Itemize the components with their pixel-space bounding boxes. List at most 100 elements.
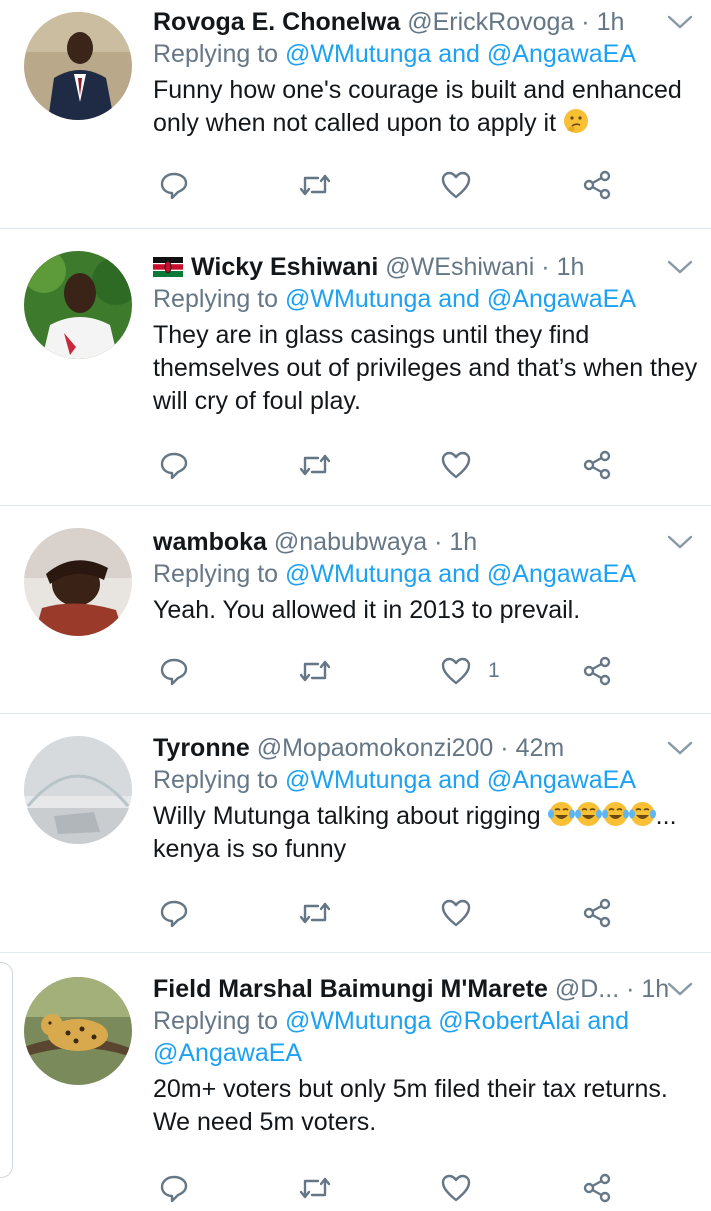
- reply-button[interactable]: [159, 1168, 189, 1208]
- share-icon: [583, 656, 611, 686]
- tweet[interactable]: wamboka @nabubwaya · 1h Replying to @WMu…: [0, 506, 711, 713]
- tweet-text-content: Willy Mutunga talking about rigging: [153, 802, 541, 830]
- retweet-button[interactable]: [298, 893, 332, 933]
- reply-button[interactable]: [159, 651, 189, 691]
- display-name[interactable]: Rovoga E. Chonelwa: [153, 8, 400, 36]
- tweet[interactable]: Rovoga E. Chonelwa @ErickRovoga · 1h Rep…: [0, 0, 711, 228]
- replying-to: Replying to @WMutunga and @AngawaEA: [153, 764, 699, 796]
- separator-dot: ·: [500, 734, 509, 762]
- replying-prefix: Replying to: [153, 40, 279, 68]
- mention-joiner[interactable]: and: [438, 285, 480, 313]
- mention-joiner[interactable]: and: [438, 766, 480, 794]
- joy-emoji-group: [547, 802, 656, 830]
- like-button[interactable]: [440, 445, 488, 485]
- chevron-down-icon[interactable]: [667, 740, 693, 756]
- share-button[interactable]: [581, 651, 613, 691]
- replying-to: Replying to @WMutunga and @AngawaEA: [153, 283, 699, 315]
- replying-to: Replying to @WMutunga and @AngawaEA: [153, 558, 699, 590]
- reply-button[interactable]: [159, 893, 189, 933]
- retweet-button[interactable]: [298, 1168, 332, 1208]
- chevron-down-icon[interactable]: [667, 534, 693, 550]
- share-button[interactable]: [581, 1168, 613, 1208]
- user-handle[interactable]: @nabubwaya: [274, 528, 427, 556]
- retweet-button[interactable]: [298, 445, 332, 485]
- reply-icon: [160, 172, 188, 200]
- tweet-actions: [153, 445, 633, 485]
- chevron-down-icon[interactable]: [667, 14, 693, 30]
- tweet-text: Willy Mutunga talking about rigging ... …: [153, 800, 699, 866]
- timestamp[interactable]: 1h: [557, 253, 585, 281]
- face-with-tears-of-joy-emoji: [628, 802, 656, 826]
- replying-prefix: Replying to: [153, 560, 279, 588]
- like-icon: [441, 1174, 471, 1202]
- timestamp[interactable]: 1h: [449, 528, 477, 556]
- user-handle[interactable]: @WEshiwani: [385, 253, 534, 281]
- user-handle[interactable]: @Mopaomokonzi200: [257, 734, 494, 762]
- replying-prefix: Replying to: [153, 1007, 279, 1035]
- user-handle[interactable]: @D...: [555, 975, 619, 1003]
- tweet-text-content: Funny how one's courage is built and enh…: [153, 76, 682, 137]
- avatar[interactable]: [24, 528, 132, 636]
- like-button[interactable]: [440, 1168, 488, 1208]
- share-button[interactable]: [581, 445, 613, 485]
- share-icon: [583, 170, 611, 200]
- mention-link[interactable]: @AngawaEA: [487, 285, 636, 313]
- like-button[interactable]: 1: [440, 651, 500, 691]
- reply-icon: [160, 658, 188, 686]
- share-button[interactable]: [581, 165, 613, 205]
- mention-joiner[interactable]: and: [438, 560, 480, 588]
- mention-link[interactable]: @WMutunga: [285, 1007, 431, 1035]
- tweet-text: Yeah. You allowed it in 2013 to prevail.: [153, 596, 581, 624]
- separator-dot: ·: [581, 8, 590, 36]
- retweet-icon: [299, 660, 331, 682]
- user-handle[interactable]: @ErickRovoga: [407, 8, 574, 36]
- timestamp[interactable]: 1h: [641, 975, 669, 1003]
- tweet-text: 20m+ voters but only 5m filed their tax …: [153, 1075, 668, 1136]
- avatar[interactable]: [24, 251, 132, 359]
- avatar[interactable]: [24, 736, 132, 844]
- timestamp[interactable]: 1h: [597, 8, 625, 36]
- tweet[interactable]: Wicky Eshiwani @WEshiwani · 1h Replying …: [0, 229, 711, 505]
- mention-link[interactable]: @AngawaEA: [153, 1039, 302, 1067]
- mention-link[interactable]: @WMutunga: [285, 766, 431, 794]
- tweet-actions: [153, 165, 633, 205]
- mention-link[interactable]: @WMutunga: [285, 40, 431, 68]
- reply-button[interactable]: [159, 165, 189, 205]
- chevron-down-icon[interactable]: [667, 259, 693, 275]
- mention-link[interactable]: @AngawaEA: [487, 560, 636, 588]
- mention-joiner[interactable]: and: [438, 40, 480, 68]
- face-with-tears-of-joy-emoji: [547, 802, 575, 826]
- avatar[interactable]: [24, 977, 132, 1085]
- mention-link[interactable]: @WMutunga: [285, 560, 431, 588]
- tweet-actions: [153, 893, 633, 933]
- mention-link[interactable]: @WMutunga: [285, 285, 431, 313]
- like-icon: [441, 171, 471, 199]
- chevron-down-icon[interactable]: [667, 981, 693, 997]
- separator-dot: ·: [434, 528, 443, 556]
- reply-button[interactable]: [159, 445, 189, 485]
- retweet-button[interactable]: [298, 165, 332, 205]
- mention-link[interactable]: @AngawaEA: [487, 40, 636, 68]
- mention-link[interactable]: @RobertAlai: [438, 1007, 580, 1035]
- face-with-tears-of-joy-emoji: [601, 802, 629, 826]
- tweet[interactable]: Field Marshal Baimungi M'Marete @D... · …: [0, 953, 711, 1211]
- replying-prefix: Replying to: [153, 285, 279, 313]
- display-name[interactable]: Field Marshal Baimungi M'Marete: [153, 975, 548, 1003]
- thinking-face-emoji: [563, 108, 589, 143]
- share-button[interactable]: [581, 893, 613, 933]
- avatar[interactable]: [24, 12, 132, 120]
- retweet-icon: [299, 454, 331, 476]
- display-name[interactable]: wamboka: [153, 528, 267, 556]
- mention-joiner[interactable]: and: [587, 1007, 629, 1035]
- display-name[interactable]: Tyronne: [153, 734, 250, 762]
- like-icon: [441, 657, 471, 685]
- replying-to: Replying to @WMutunga and @AngawaEA: [153, 38, 699, 70]
- like-button[interactable]: [440, 893, 488, 933]
- display-name[interactable]: Wicky Eshiwani: [191, 253, 378, 281]
- mention-link[interactable]: @AngawaEA: [487, 766, 636, 794]
- like-button[interactable]: [440, 165, 488, 205]
- retweet-button[interactable]: [298, 651, 332, 691]
- tweet[interactable]: Tyronne @Mopaomokonzi200 · 42m Replying …: [0, 714, 711, 952]
- tweet-actions: [153, 1168, 633, 1208]
- timestamp[interactable]: 42m: [516, 734, 565, 762]
